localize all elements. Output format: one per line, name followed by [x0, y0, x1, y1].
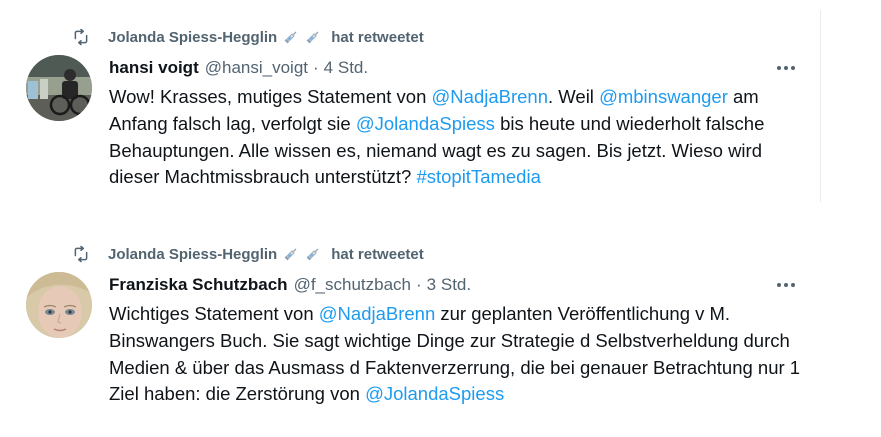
text-segment: Wichtiges Statement von — [109, 303, 319, 324]
mention-link[interactable]: @JolandaSpiess — [356, 113, 495, 134]
retweet-label: hat retweetet — [331, 245, 424, 263]
tweet-text: Wichtiges Statement von @NadjaBrenn zur … — [109, 301, 809, 408]
text-segment: . Weil — [548, 86, 600, 107]
retweet-context: Jolanda Spiess-Hegglin hat retweetet — [72, 26, 424, 48]
avatar[interactable] — [26, 272, 92, 338]
author-name[interactable]: hansi voigt — [109, 58, 199, 78]
syringe-icon — [305, 29, 321, 45]
retweet-label: hat retweetet — [331, 28, 424, 46]
retweeter-name[interactable]: Jolanda Spiess-Hegglin — [108, 29, 277, 46]
retweet-icon — [72, 28, 90, 46]
author-handle[interactable]: @f_schutzbach — [294, 275, 411, 295]
author-name[interactable]: Franziska Schutzbach — [109, 275, 288, 295]
syringe-icon — [283, 246, 299, 262]
retweet-icon — [72, 245, 90, 263]
timestamp[interactable]: 4 Std. — [324, 58, 368, 78]
retweeter-name[interactable]: Jolanda Spiess-Hegglin — [108, 246, 277, 263]
mention-link[interactable]: @NadjaBrenn — [432, 86, 548, 107]
mention-link[interactable]: @NadjaBrenn — [319, 303, 435, 324]
separator-dot: · — [416, 275, 422, 294]
hashtag-link[interactable]: #stopitTamedia — [416, 166, 540, 187]
timestamp[interactable]: 3 Std. — [427, 275, 471, 295]
text-segment: Wow! Krasses, mutiges Statement von — [109, 86, 432, 107]
mention-link[interactable]: @JolandaSpiess — [365, 383, 504, 404]
avatar[interactable] — [26, 55, 92, 121]
syringe-icon — [283, 29, 299, 45]
syringe-icon — [305, 246, 321, 262]
author-handle[interactable]: @hansi_voigt — [205, 58, 308, 78]
more-icon[interactable] — [774, 273, 798, 297]
retweet-context: Jolanda Spiess-Hegglin hat retweetet — [72, 243, 424, 265]
tweet-header: Franziska Schutzbach @f_schutzbach · 3 S… — [109, 273, 471, 297]
timeline: Jolanda Spiess-Hegglin hat retweetet han… — [0, 0, 821, 437]
column-divider — [820, 10, 821, 202]
tweet-header: hansi voigt @hansi_voigt · 4 Std. — [109, 56, 368, 80]
separator-dot: · — [313, 58, 319, 77]
tweet-text: Wow! Krasses, mutiges Statement von @Nad… — [109, 84, 809, 191]
mention-link[interactable]: @mbinswanger — [599, 86, 728, 107]
more-icon[interactable] — [774, 56, 798, 80]
